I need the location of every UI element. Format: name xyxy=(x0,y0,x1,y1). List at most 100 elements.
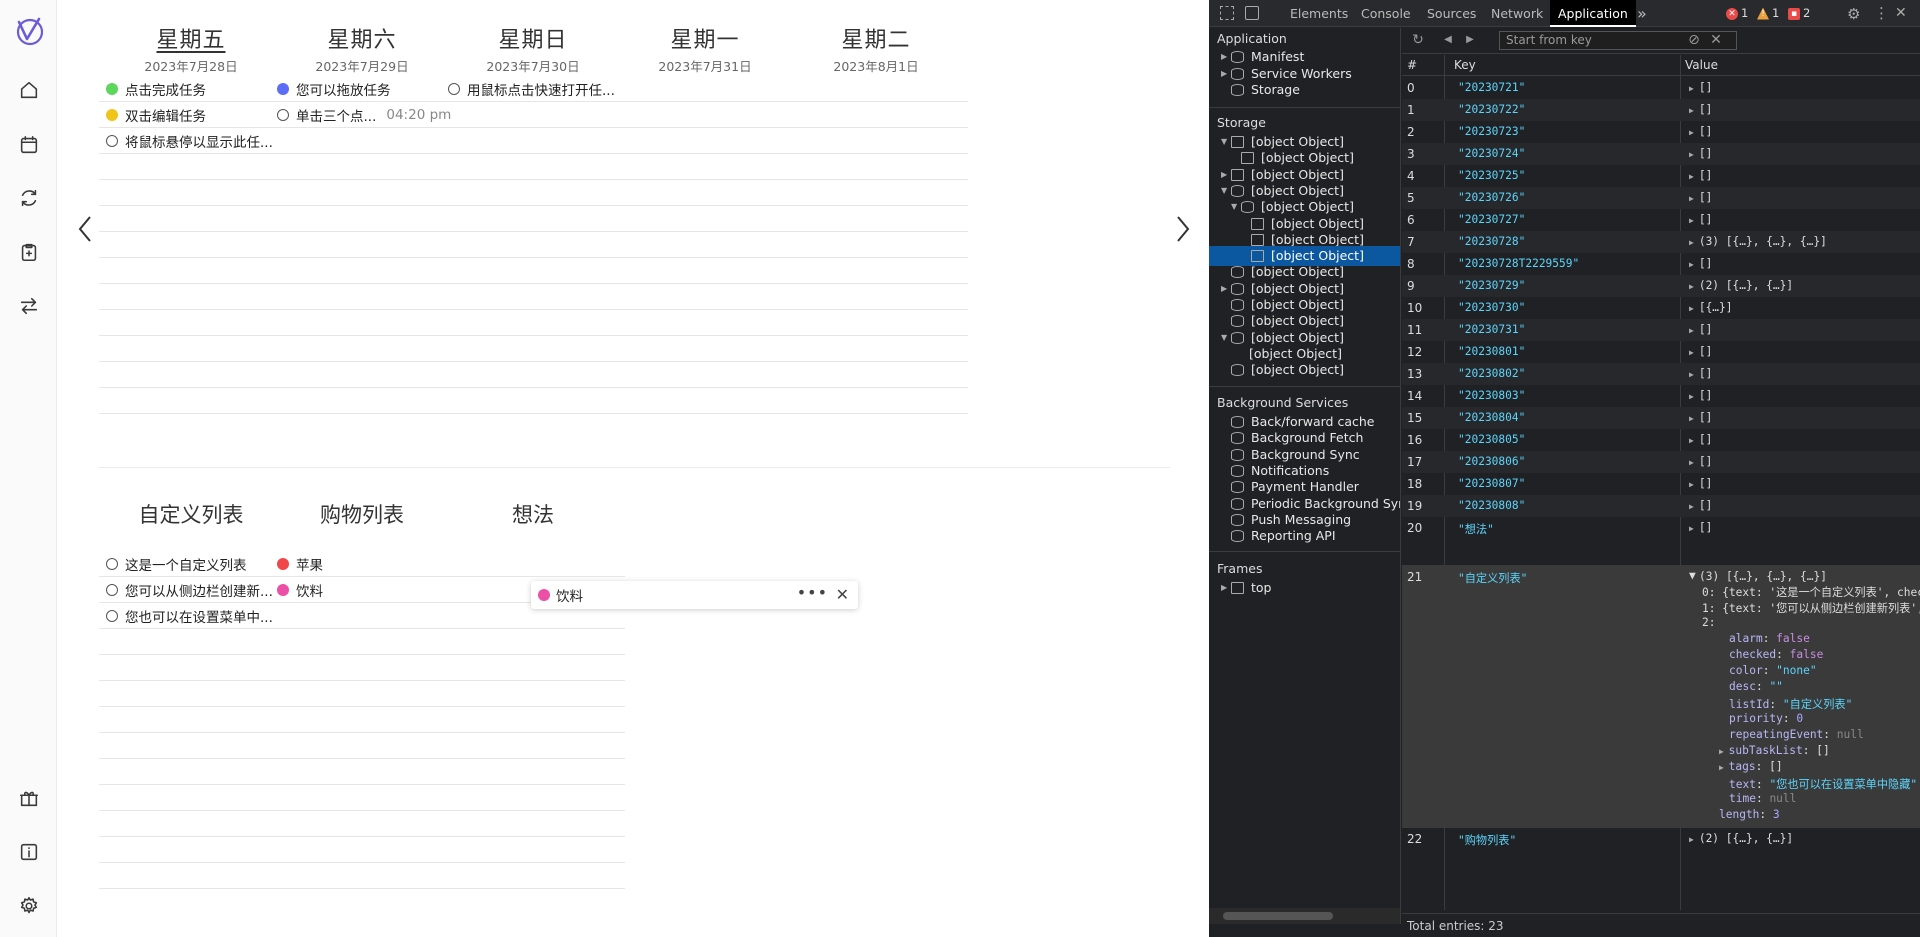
task-edit-popup[interactable]: 饮料 ••• ✕ xyxy=(531,581,858,609)
task-row[interactable] xyxy=(270,258,454,284)
expand-arrow-icon[interactable]: ▶ xyxy=(1689,194,1694,203)
task-row[interactable] xyxy=(441,863,625,889)
row-value[interactable]: ▶ [{…}] xyxy=(1689,301,1733,314)
app-logo[interactable] xyxy=(13,15,45,47)
task-row[interactable] xyxy=(270,180,454,206)
task-item[interactable]: 您也可以在设置菜单中... xyxy=(99,603,283,629)
task-row[interactable] xyxy=(613,336,797,362)
inspect-element-icon[interactable] xyxy=(1220,6,1234,20)
expand-arrow-icon[interactable]: ▶ xyxy=(1689,84,1694,93)
color-dot[interactable] xyxy=(277,584,289,596)
row-value[interactable]: ▶ (3) [{…}, {…}, {…}] xyxy=(1689,235,1827,248)
table-row[interactable]: 6 "20230727" ▶ [] xyxy=(1402,209,1920,231)
task-row[interactable] xyxy=(99,655,283,681)
task-row[interactable] xyxy=(99,232,283,258)
expand-arrow-icon[interactable]: ▶ xyxy=(1689,326,1694,335)
task-row[interactable] xyxy=(784,310,968,336)
table-row[interactable]: 16 "20230805" ▶ [] xyxy=(1402,429,1920,451)
checkbox-circle[interactable] xyxy=(277,109,289,121)
row-value[interactable]: ▶ [] xyxy=(1689,455,1712,468)
row-value[interactable]: ▶ [] xyxy=(1689,147,1712,160)
task-row[interactable] xyxy=(613,102,797,128)
expand-arrow-icon[interactable]: ▶ xyxy=(1689,436,1694,445)
expand-arrow-icon[interactable]: ▶ xyxy=(1689,835,1694,844)
task-row[interactable] xyxy=(784,336,968,362)
task-row[interactable] xyxy=(270,733,454,759)
table-row[interactable]: 14 "20230803" ▶ [] xyxy=(1402,385,1920,407)
task-item[interactable]: 您可以从侧边栏创建新... xyxy=(99,577,283,603)
error-badge[interactable]: ✕ 1 xyxy=(1726,6,1748,21)
task-row[interactable] xyxy=(441,707,625,733)
task-row[interactable] xyxy=(99,837,283,863)
next-week-button[interactable] xyxy=(1166,212,1200,246)
task-row[interactable] xyxy=(99,785,283,811)
table-row[interactable]: 20 "想法" ▶ [] xyxy=(1402,517,1920,539)
scrollbar-thumb[interactable] xyxy=(1223,912,1333,920)
task-row[interactable] xyxy=(270,206,454,232)
task-row[interactable] xyxy=(784,284,968,310)
table-row[interactable]: 1 "20230722" ▶ [] xyxy=(1402,99,1920,121)
task-row[interactable] xyxy=(613,154,797,180)
table-row[interactable]: 18 "20230807" ▶ [] xyxy=(1402,473,1920,495)
task-row[interactable] xyxy=(613,232,797,258)
table-row[interactable]: 15 "20230804" ▶ [] xyxy=(1402,407,1920,429)
task-row[interactable] xyxy=(270,128,454,154)
task-row[interactable] xyxy=(270,310,454,336)
checkbox-circle[interactable] xyxy=(106,558,118,570)
warning-badge[interactable]: ! 1 xyxy=(1757,6,1779,21)
prev-page-icon[interactable]: ◀ xyxy=(1440,32,1456,48)
row-value[interactable]: ▶ [] xyxy=(1689,477,1712,490)
expand-arrow-icon[interactable]: ▶ xyxy=(1689,150,1694,159)
expand-arrow-icon[interactable]: ▶ xyxy=(1689,282,1694,291)
task-row[interactable] xyxy=(784,232,968,258)
task-row[interactable] xyxy=(99,180,283,206)
task-row[interactable] xyxy=(441,837,625,863)
task-row[interactable] xyxy=(613,284,797,310)
refresh-icon[interactable]: ↻ xyxy=(1410,32,1426,48)
task-row[interactable] xyxy=(270,785,454,811)
row-value[interactable]: ▶ [] xyxy=(1689,389,1712,402)
kebab-menu-icon[interactable]: ⋮ xyxy=(1874,4,1889,22)
row-value[interactable]: ▶ [] xyxy=(1689,345,1712,358)
task-row[interactable] xyxy=(270,362,454,388)
row-value[interactable]: ▶ [] xyxy=(1689,257,1712,270)
table-row[interactable]: 8 "20230728T2229559" ▶ [] xyxy=(1402,253,1920,275)
row-value[interactable]: ▶ [] xyxy=(1689,411,1712,424)
delete-selected-icon[interactable]: ✕ xyxy=(1708,32,1724,48)
expanded-table-row[interactable]: 21 "自定义列表" ▼ (3) [{…}, {…}, {…}] 0: {text: '… xyxy=(1402,565,1920,828)
more-tabs-icon[interactable]: » xyxy=(1637,0,1647,27)
row-value[interactable]: ▶ [] xyxy=(1689,169,1712,182)
task-row[interactable] xyxy=(441,232,625,258)
task-item[interactable]: 苹果 xyxy=(270,551,454,577)
tab-elements[interactable]: Elements xyxy=(1290,0,1348,27)
task-item[interactable]: 饮料 xyxy=(270,577,454,603)
row-value[interactable]: ▶ (2) [{…}, {…}] xyxy=(1689,279,1793,292)
row-value[interactable]: ▶ [] xyxy=(1689,521,1712,534)
task-item[interactable]: 将鼠标悬停以显示此任... xyxy=(99,128,283,154)
task-row[interactable] xyxy=(99,336,283,362)
task-row[interactable] xyxy=(99,863,283,889)
task-row[interactable] xyxy=(99,681,283,707)
checkbox-circle[interactable] xyxy=(106,135,118,147)
task-row[interactable] xyxy=(441,388,625,414)
table-row[interactable]: 9 "20230729" ▶ (2) [{…}, {…}] xyxy=(1402,275,1920,297)
sidebar-tree-item[interactable]: Reporting API xyxy=(1209,526,1400,546)
task-row[interactable] xyxy=(613,206,797,232)
task-row[interactable] xyxy=(441,655,625,681)
expand-arrow-icon[interactable]: ▶ xyxy=(1689,304,1694,313)
task-row[interactable] xyxy=(441,759,625,785)
expand-arrow-icon[interactable]: ▶ xyxy=(1689,260,1694,269)
table-row[interactable]: 7 "20230728" ▶ (3) [{…}, {…}, {…}] xyxy=(1402,231,1920,253)
row-value[interactable]: ▶ [] xyxy=(1689,125,1712,138)
clear-store-icon[interactable]: ⊘ xyxy=(1686,32,1702,48)
popup-task-text[interactable]: 饮料 xyxy=(556,585,583,605)
task-row[interactable] xyxy=(441,206,625,232)
task-row[interactable] xyxy=(270,629,454,655)
table-row[interactable]: 0 "20230721" ▶ [] xyxy=(1402,77,1920,99)
color-dot[interactable] xyxy=(277,83,289,95)
task-row[interactable] xyxy=(270,655,454,681)
task-row[interactable] xyxy=(784,388,968,414)
row-value[interactable]: ▶ [] xyxy=(1689,499,1712,512)
task-row[interactable] xyxy=(784,258,968,284)
task-row[interactable] xyxy=(613,180,797,206)
